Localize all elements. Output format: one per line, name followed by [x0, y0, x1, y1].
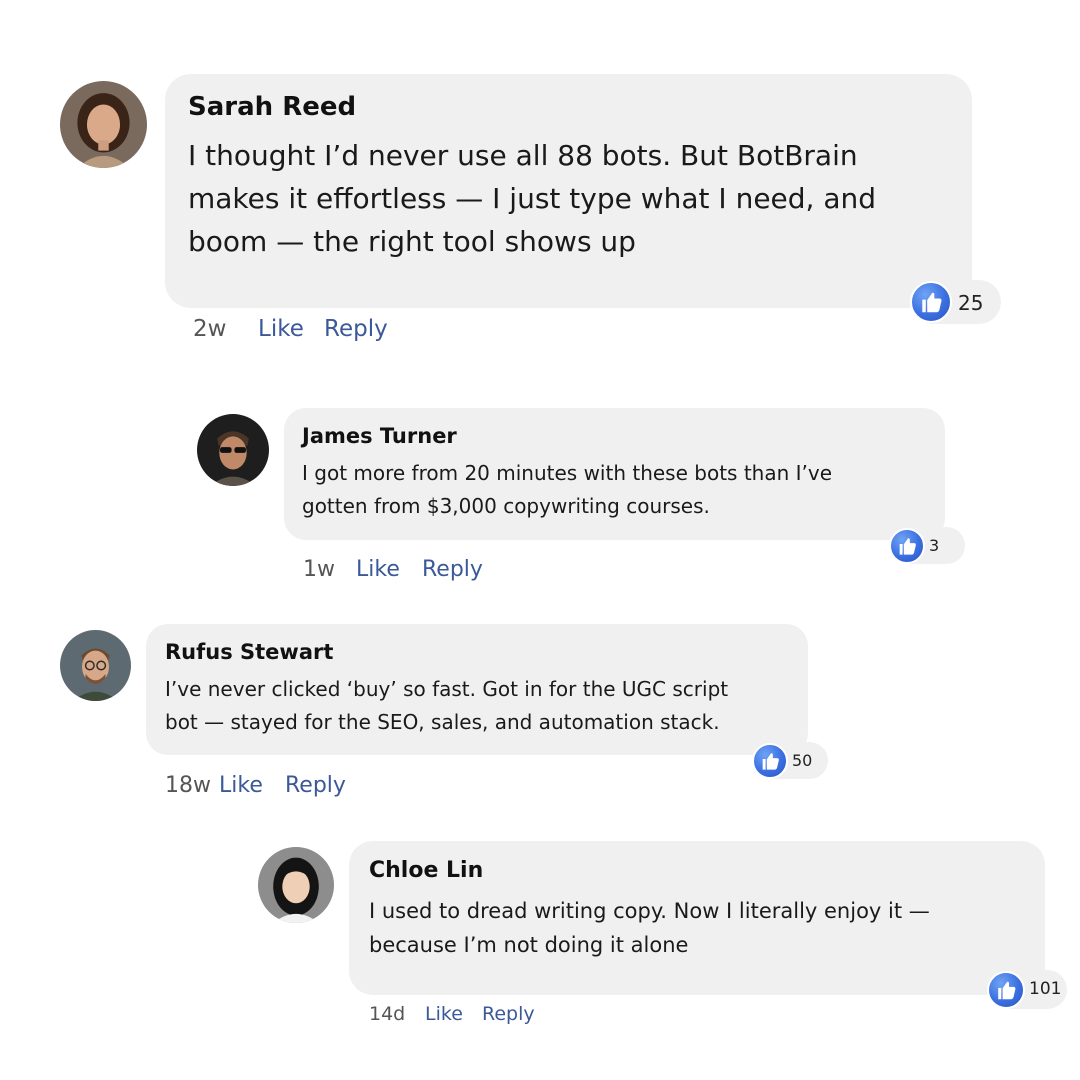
reaction-summary[interactable]: 25 — [910, 280, 1001, 324]
like-button[interactable]: Like — [258, 316, 304, 342]
avatar-photo-icon — [197, 414, 269, 486]
reaction-count: 3 — [929, 536, 940, 555]
avatar[interactable] — [197, 414, 269, 486]
reply-button[interactable]: Reply — [422, 557, 483, 582]
reaction-summary[interactable]: 50 — [752, 742, 828, 779]
reaction-count: 50 — [792, 751, 813, 770]
like-button[interactable]: Like — [425, 1003, 463, 1025]
avatar[interactable] — [60, 81, 147, 168]
thumbs-up-icon — [910, 281, 952, 323]
comment-author[interactable]: Sarah Reed — [188, 92, 356, 122]
reaction-summary[interactable]: 101 — [987, 970, 1067, 1009]
comment-bubble: James Turner I got more from 20 minutes … — [284, 408, 945, 540]
reply-button[interactable]: Reply — [324, 316, 388, 342]
thumbs-up-icon — [889, 528, 925, 564]
comment-bubble: Sarah Reed I thought I’d never use all 8… — [165, 74, 972, 308]
comment-bubble: Rufus Stewart I’ve never clicked ‘buy’ s… — [146, 624, 808, 755]
reaction-summary[interactable]: 3 — [889, 527, 965, 564]
comment-text: I used to dread writing copy. Now I lite… — [369, 899, 930, 957]
avatar-photo-icon — [60, 630, 131, 701]
like-button[interactable]: Like — [219, 773, 263, 798]
avatar[interactable] — [60, 630, 131, 701]
comment-timestamp: 1w — [303, 557, 335, 582]
avatar-photo-icon — [258, 847, 334, 923]
like-button[interactable]: Like — [356, 557, 400, 582]
thumbs-up-icon — [752, 743, 788, 779]
avatar[interactable] — [258, 847, 334, 923]
comment-author[interactable]: James Turner — [302, 424, 457, 448]
comment-timestamp: 14d — [369, 1003, 406, 1025]
comment-text: I’ve never clicked ‘buy’ so fast. Got in… — [165, 677, 729, 734]
reply-button[interactable]: Reply — [482, 1003, 535, 1025]
avatar-photo-icon — [60, 81, 147, 168]
reply-button[interactable]: Reply — [285, 773, 346, 798]
reaction-count: 101 — [1029, 979, 1062, 999]
comment-bubble: Chloe Lin I used to dread writing copy. … — [349, 841, 1045, 995]
comment-text: I thought I’d never use all 88 bots. But… — [188, 139, 877, 258]
comment-timestamp: 18w — [165, 773, 211, 798]
reaction-count: 25 — [958, 291, 984, 315]
comment-author[interactable]: Chloe Lin — [369, 858, 483, 883]
comment-timestamp: 2w — [193, 316, 227, 342]
comment-text: I got more from 20 minutes with these bo… — [302, 461, 833, 518]
comment-author[interactable]: Rufus Stewart — [165, 640, 333, 664]
thumbs-up-icon — [987, 971, 1025, 1009]
